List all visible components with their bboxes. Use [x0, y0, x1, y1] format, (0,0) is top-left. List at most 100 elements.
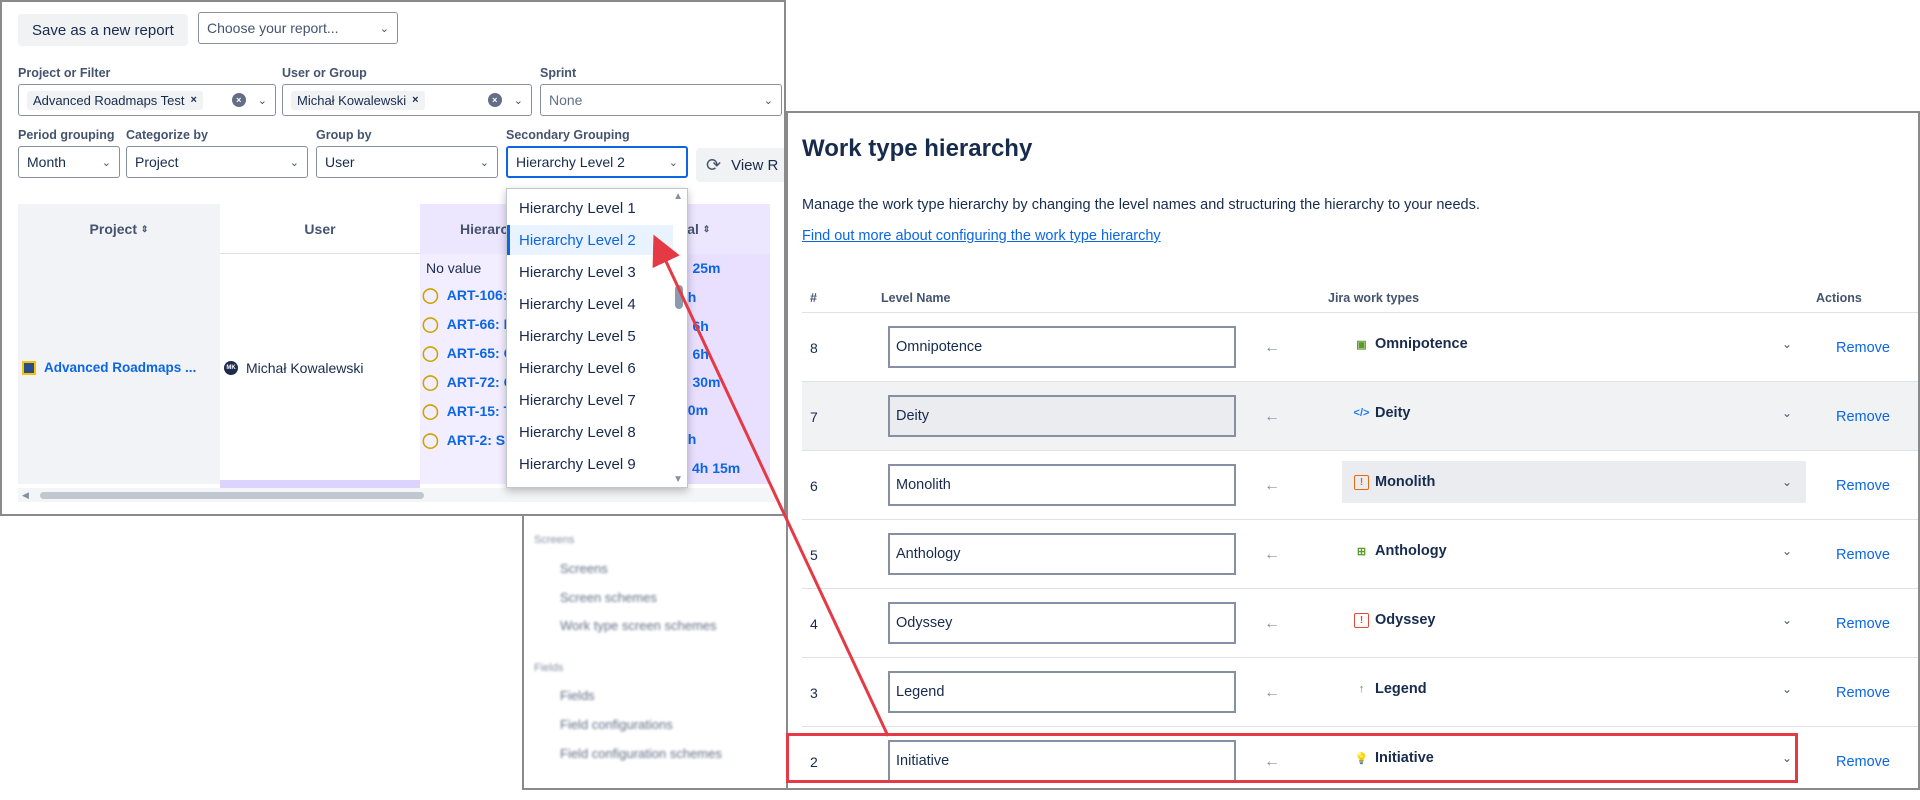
- sprint-select[interactable]: None ⌄: [540, 84, 782, 116]
- sidebar-item-field-configuration-schemes[interactable]: Field configuration schemes: [560, 746, 722, 761]
- sidebar-item-screen-schemes[interactable]: Screen schemes: [560, 590, 657, 605]
- remove-link[interactable]: Remove: [1836, 727, 1890, 788]
- chevron-down-icon: ⌄: [513, 94, 523, 107]
- choose-report-select[interactable]: Choose your report... ⌄: [198, 12, 398, 44]
- sidebar-item-field-configurations[interactable]: Field configurations: [560, 717, 673, 732]
- work-type-hierarchy-panel: Work type hierarchy Manage the work type…: [786, 111, 1920, 790]
- column-header-hierarchy: Hierarc: [420, 204, 510, 254]
- issue-key: ART-2: Sh: [446, 432, 514, 448]
- project-header-label: Project: [89, 221, 138, 237]
- project-chip-label: Advanced Roadmaps Test: [33, 92, 185, 108]
- work-type-select[interactable]: </> Deity ⌄: [1342, 392, 1806, 434]
- chevron-down-icon: ⌄: [1781, 406, 1792, 420]
- save-as-new-report-button[interactable]: Save as a new report: [18, 14, 188, 46]
- group-by-select[interactable]: User ⌄: [316, 146, 498, 178]
- chevron-down-icon: ⌄: [763, 94, 773, 107]
- issue-link[interactable]: ◯ ART-66: F: [422, 315, 512, 333]
- work-type-select[interactable]: 💡 Initiative ⌄: [1342, 737, 1806, 779]
- sidebar-item-screens[interactable]: Screens: [560, 561, 608, 576]
- view-report-button[interactable]: ⟳ View R: [696, 148, 784, 182]
- work-type-select[interactable]: ! Odyssey ⌄: [1342, 599, 1806, 641]
- row-footer: [220, 480, 420, 488]
- dropdown-option[interactable]: Hierarchy Level 7: [507, 385, 673, 415]
- dropdown-option[interactable]: Hierarchy Level 2: [507, 225, 673, 255]
- categorize-value: Project: [135, 154, 179, 170]
- remove-link[interactable]: Remove: [1836, 313, 1890, 382]
- scroll-down-icon[interactable]: ▼: [673, 474, 683, 485]
- remove-link[interactable]: Remove: [1836, 520, 1890, 589]
- project-filter-label: Project or Filter: [18, 66, 111, 80]
- work-type-select[interactable]: ↑ Legend ⌄: [1342, 668, 1806, 710]
- level-name-input[interactable]: Legend: [888, 671, 1236, 713]
- work-type-select[interactable]: ⊞ Anthology ⌄: [1342, 530, 1806, 572]
- user-name: Michał Kowalewski: [246, 360, 364, 376]
- period-value: Month: [27, 154, 66, 170]
- work-type-select[interactable]: ! Monolith ⌄: [1342, 461, 1806, 503]
- dropdown-option[interactable]: Hierarchy Level 6: [507, 353, 673, 383]
- work-type-label: Anthology: [1375, 543, 1447, 559]
- learn-more-link[interactable]: Find out more about configuring the work…: [802, 228, 1161, 244]
- issue-link[interactable]: ◯ ART-106:: [422, 286, 507, 304]
- level-name-input[interactable]: Omnipotence: [888, 326, 1236, 368]
- dropdown-option[interactable]: Hierarchy Level 4: [507, 289, 673, 319]
- chevron-down-icon: ⌄: [1781, 751, 1792, 765]
- scroll-up-icon[interactable]: ▲: [673, 191, 683, 202]
- clear-icon[interactable]: ×: [487, 93, 502, 107]
- remove-link[interactable]: Remove: [1836, 382, 1890, 451]
- issue-key: ART-65: C: [446, 345, 514, 361]
- column-header-user: User: [220, 204, 420, 254]
- alert-icon: !: [1354, 474, 1369, 490]
- chevron-down-icon: ⌄: [1781, 337, 1792, 351]
- column-header-project[interactable]: Project ⇕: [18, 204, 220, 254]
- chevron-down-icon: ⌄: [1781, 544, 1792, 558]
- settings-sidebar-blurred: Screens Screens Screen schemes Work type…: [522, 506, 792, 790]
- dropdown-option[interactable]: Hierarchy Level 9: [507, 449, 673, 479]
- secondary-grouping-select[interactable]: Hierarchy Level 2 ⌄: [506, 146, 688, 178]
- close-icon[interactable]: ×: [412, 94, 418, 106]
- work-type-select[interactable]: ▣ Omnipotence ⌄: [1342, 323, 1806, 365]
- project-filter-select[interactable]: Advanced Roadmaps Test × × ⌄: [18, 84, 276, 116]
- level-name-input[interactable]: Deity: [888, 395, 1236, 437]
- level-name-input[interactable]: Anthology: [888, 533, 1236, 575]
- level-name-input[interactable]: Initiative: [888, 740, 1236, 782]
- level-name-input[interactable]: Odyssey: [888, 602, 1236, 644]
- arrow-left-icon: ←: [1264, 545, 1280, 563]
- remove-link[interactable]: Remove: [1836, 451, 1890, 520]
- lightbulb-icon: 💡: [1354, 752, 1369, 765]
- scrollbar-thumb[interactable]: [40, 492, 424, 499]
- level-name-input[interactable]: Monolith: [888, 464, 1236, 506]
- total-value[interactable]: 4h 15m: [692, 460, 740, 476]
- project-icon: [22, 360, 36, 375]
- work-type-label: Odyssey: [1375, 612, 1436, 628]
- issue-link[interactable]: ◯ ART-72: C: [422, 373, 514, 391]
- column-header-total[interactable]: otal ⇕: [674, 204, 770, 254]
- remove-link[interactable]: Remove: [1836, 589, 1890, 658]
- clear-icon[interactable]: ×: [231, 93, 246, 107]
- sidebar-item-work-type-screen-schemes[interactable]: Work type screen schemes: [560, 618, 717, 633]
- dropdown-option[interactable]: Hierarchy Level 1: [507, 193, 673, 223]
- dropdown-option[interactable]: Hierarchy Level 3: [507, 257, 673, 287]
- issue-link[interactable]: ◯ ART-65: C: [422, 344, 514, 362]
- dropdown-scrollbar-thumb[interactable]: [675, 285, 683, 309]
- view-report-label: View R: [731, 156, 779, 174]
- categorize-by-select[interactable]: Project ⌄: [126, 146, 308, 178]
- horizontal-scrollbar[interactable]: ◀: [18, 488, 776, 502]
- user-group-select[interactable]: Michał Kowalewski × × ⌄: [282, 84, 532, 116]
- chevron-down-icon: ⌄: [379, 22, 389, 35]
- close-icon[interactable]: ×: [191, 94, 197, 106]
- lightbulb-icon: ◯: [422, 374, 439, 391]
- remove-link[interactable]: Remove: [1836, 658, 1890, 727]
- lightbulb-icon: ◯: [422, 316, 439, 333]
- issue-link[interactable]: ◯ ART-2: Sh: [422, 431, 514, 449]
- period-grouping-select[interactable]: Month ⌄: [18, 146, 120, 178]
- sidebar-item-fields[interactable]: Fields: [560, 688, 595, 703]
- arrow-left-icon: ←: [1264, 683, 1280, 701]
- dropdown-option[interactable]: Hierarchy Level 8: [507, 417, 673, 447]
- refresh-icon: ⟳: [706, 154, 722, 175]
- issue-link[interactable]: ◯ ART-15: T: [422, 402, 512, 420]
- chevron-down-icon: ⌄: [257, 94, 267, 107]
- dropdown-option[interactable]: Hierarchy Level 5: [507, 321, 673, 351]
- sort-icon: ⇕: [140, 223, 149, 234]
- project-link[interactable]: Advanced Roadmaps ...: [22, 360, 196, 375]
- scroll-left-icon[interactable]: ◀: [22, 490, 29, 501]
